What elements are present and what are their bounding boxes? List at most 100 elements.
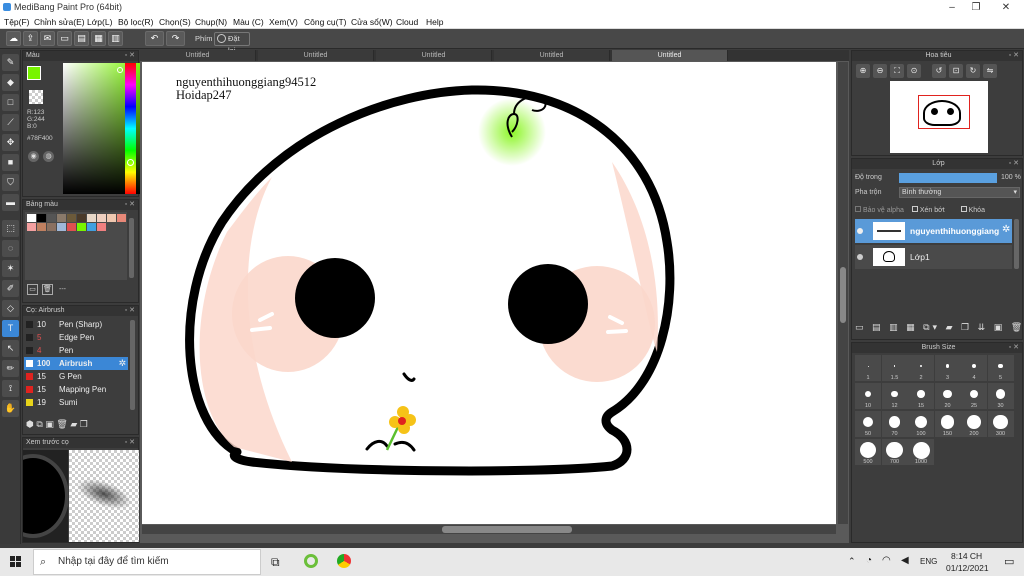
bucket-tool-icon[interactable]: ⛉ bbox=[2, 174, 19, 191]
fill-shape-icon[interactable]: ■ bbox=[2, 154, 19, 171]
opacity-slider[interactable] bbox=[899, 173, 997, 183]
operation-tool-icon[interactable]: ↖ bbox=[2, 340, 19, 357]
brush-size-option[interactable]: 5 bbox=[987, 355, 1014, 381]
maximize-button[interactable]: ❐ bbox=[968, 1, 984, 14]
minimize-button[interactable]: – bbox=[944, 1, 960, 14]
rotate-reset-icon[interactable]: ⊡ bbox=[949, 64, 963, 78]
brush-item[interactable]: 4 Pen bbox=[24, 344, 128, 357]
new-halftone-layer-icon[interactable]: ▤ bbox=[872, 322, 884, 332]
task-view-icon[interactable]: ⧉ bbox=[271, 555, 280, 570]
add-palette-icon[interactable]: ▭ bbox=[27, 284, 38, 295]
add-layer-menu-icon[interactable]: ⧉▾ bbox=[923, 322, 940, 332]
panel-close-icon[interactable]: ▫ ✕ bbox=[1009, 51, 1019, 61]
tab-untitled-2[interactable]: Untitled bbox=[258, 50, 374, 61]
panel-close-icon[interactable]: ▫ ✕ bbox=[125, 306, 135, 316]
gear-icon[interactable]: ✲ bbox=[1002, 224, 1010, 235]
duplicate-icon[interactable]: ❐ bbox=[80, 419, 88, 429]
eyedropper-icon[interactable]: ⟟ bbox=[2, 380, 19, 397]
horizontal-scroll-thumb[interactable] bbox=[442, 526, 572, 533]
tab-untitled-3[interactable]: Untitled bbox=[376, 50, 492, 61]
menu-capture[interactable]: Chụp(N) bbox=[195, 17, 227, 27]
palette-swatch[interactable] bbox=[27, 214, 36, 222]
brush-size-option[interactable]: 150 bbox=[934, 411, 961, 437]
delete-layer-icon[interactable]: 🗑 bbox=[1011, 322, 1024, 332]
document-icon[interactable]: ▤ bbox=[74, 31, 89, 46]
new-8bit-layer-icon[interactable]: ▥ bbox=[889, 322, 901, 332]
tab-untitled-4[interactable]: Untitled bbox=[494, 50, 610, 61]
palette-swatch[interactable] bbox=[57, 223, 66, 231]
delete-brush-icon[interactable]: 🗑 bbox=[56, 419, 67, 429]
folder-icon[interactable]: ▰ bbox=[946, 322, 956, 332]
menu-color[interactable]: Màu (C) bbox=[233, 17, 264, 27]
canvas-horizontal-scrollbar[interactable] bbox=[142, 525, 836, 534]
magic-wand-icon[interactable]: ✶ bbox=[2, 260, 19, 277]
gear-icon[interactable]: ✲ bbox=[118, 358, 126, 369]
fit-window-icon[interactable]: ⛶ bbox=[890, 64, 904, 78]
lock-checkbox[interactable] bbox=[960, 206, 967, 212]
eye-icon[interactable] bbox=[857, 228, 863, 234]
palette-swatch[interactable] bbox=[67, 223, 76, 231]
palette-swatch[interactable] bbox=[117, 214, 126, 222]
folder-icon[interactable]: ▰ bbox=[70, 419, 77, 429]
undo-icon[interactable]: ↶ bbox=[145, 31, 164, 46]
vertical-scroll-thumb[interactable] bbox=[840, 267, 846, 323]
text-tool-icon[interactable]: T bbox=[2, 320, 19, 337]
tab-untitled-5[interactable]: Untitled bbox=[612, 50, 728, 61]
brush-size-option[interactable]: 300 bbox=[987, 411, 1014, 437]
transparent-swatch[interactable] bbox=[29, 90, 43, 104]
panel-close-icon[interactable]: ▫ ✕ bbox=[125, 438, 135, 448]
brush-size-option[interactable]: 700 bbox=[881, 439, 908, 465]
select-rect-icon[interactable]: ⬚ bbox=[2, 220, 19, 237]
palette-swatch[interactable] bbox=[77, 223, 86, 231]
delete-palette-icon[interactable]: 🗑 bbox=[42, 284, 53, 295]
zoom-out-icon[interactable]: ⊖ bbox=[873, 64, 887, 78]
palette-swatch[interactable] bbox=[27, 223, 36, 231]
menu-layer[interactable]: Lớp(L) bbox=[87, 17, 112, 27]
menu-select[interactable]: Chọn(S) bbox=[159, 17, 191, 27]
brush-item[interactable]: 15 G Pen bbox=[24, 370, 128, 383]
wifi-icon[interactable]: ◠ bbox=[882, 555, 891, 566]
palette-swatch[interactable] bbox=[67, 214, 76, 222]
brush-size-option[interactable]: 70 bbox=[881, 411, 908, 437]
notification-icon[interactable]: ▭ bbox=[1004, 555, 1014, 568]
lasso-icon[interactable]: ◌ bbox=[2, 240, 19, 257]
redo-icon[interactable]: ↷ bbox=[166, 31, 185, 46]
brush-size-option[interactable]: 200 bbox=[961, 411, 987, 437]
brush-item[interactable]: 5 Edge Pen bbox=[24, 331, 128, 344]
brush-size-option[interactable]: 1000 bbox=[908, 439, 934, 465]
brush-item-selected[interactable]: 100 Airbrush ✲ bbox=[24, 357, 128, 370]
menu-view[interactable]: Xem(V) bbox=[269, 17, 298, 27]
panel-close-icon[interactable]: ▫ ✕ bbox=[1009, 159, 1019, 169]
select-pen-icon[interactable]: ✐ bbox=[2, 280, 19, 297]
brush-size-option[interactable]: 100 bbox=[908, 411, 934, 437]
comment-icon[interactable]: ✉ bbox=[40, 31, 55, 46]
line-tool-icon[interactable]: ⟋ bbox=[2, 114, 19, 131]
color-picker-icon[interactable]: ◍ bbox=[43, 151, 54, 162]
panel-close-icon[interactable]: ▫ ✕ bbox=[125, 51, 135, 61]
palette-swatch[interactable] bbox=[77, 214, 86, 222]
medibang-taskbar-icon[interactable] bbox=[304, 554, 318, 568]
page-icon[interactable]: ▭ bbox=[57, 31, 72, 46]
eye-icon[interactable] bbox=[857, 254, 863, 260]
brush-size-option[interactable]: 20 bbox=[934, 383, 961, 409]
new-layer-icon[interactable]: ▭ bbox=[855, 322, 867, 332]
new-1bit-layer-icon[interactable]: ▦ bbox=[906, 322, 918, 332]
chevron-up-icon[interactable]: ⌃ bbox=[848, 556, 856, 567]
menu-edit[interactable]: Chỉnh sửa(E) bbox=[34, 17, 85, 27]
clipping-checkbox[interactable] bbox=[911, 206, 918, 212]
palette-swatch[interactable] bbox=[47, 214, 56, 222]
brush-size-option[interactable]: 3 bbox=[934, 355, 961, 381]
hand-tool-icon[interactable]: ✋ bbox=[2, 400, 19, 417]
tab-untitled-1[interactable]: Untitled bbox=[140, 50, 256, 61]
menu-window[interactable]: Cửa sổ(W) bbox=[351, 17, 393, 27]
palette-swatch[interactable] bbox=[57, 214, 66, 222]
palette-swatch[interactable] bbox=[87, 223, 96, 231]
network-icon[interactable]: ◔ bbox=[866, 555, 872, 566]
settings-brush-icon[interactable]: ▣ bbox=[45, 419, 54, 429]
menu-filter[interactable]: Bộ lọc(R) bbox=[118, 17, 153, 27]
canvas-vertical-scrollbar[interactable] bbox=[838, 62, 848, 524]
select-eraser-icon[interactable]: ◇ bbox=[2, 300, 19, 317]
windows-start-icon[interactable] bbox=[10, 556, 22, 568]
cloud-icon[interactable]: ☁ bbox=[6, 31, 21, 46]
brush-size-option[interactable]: 25 bbox=[961, 383, 987, 409]
